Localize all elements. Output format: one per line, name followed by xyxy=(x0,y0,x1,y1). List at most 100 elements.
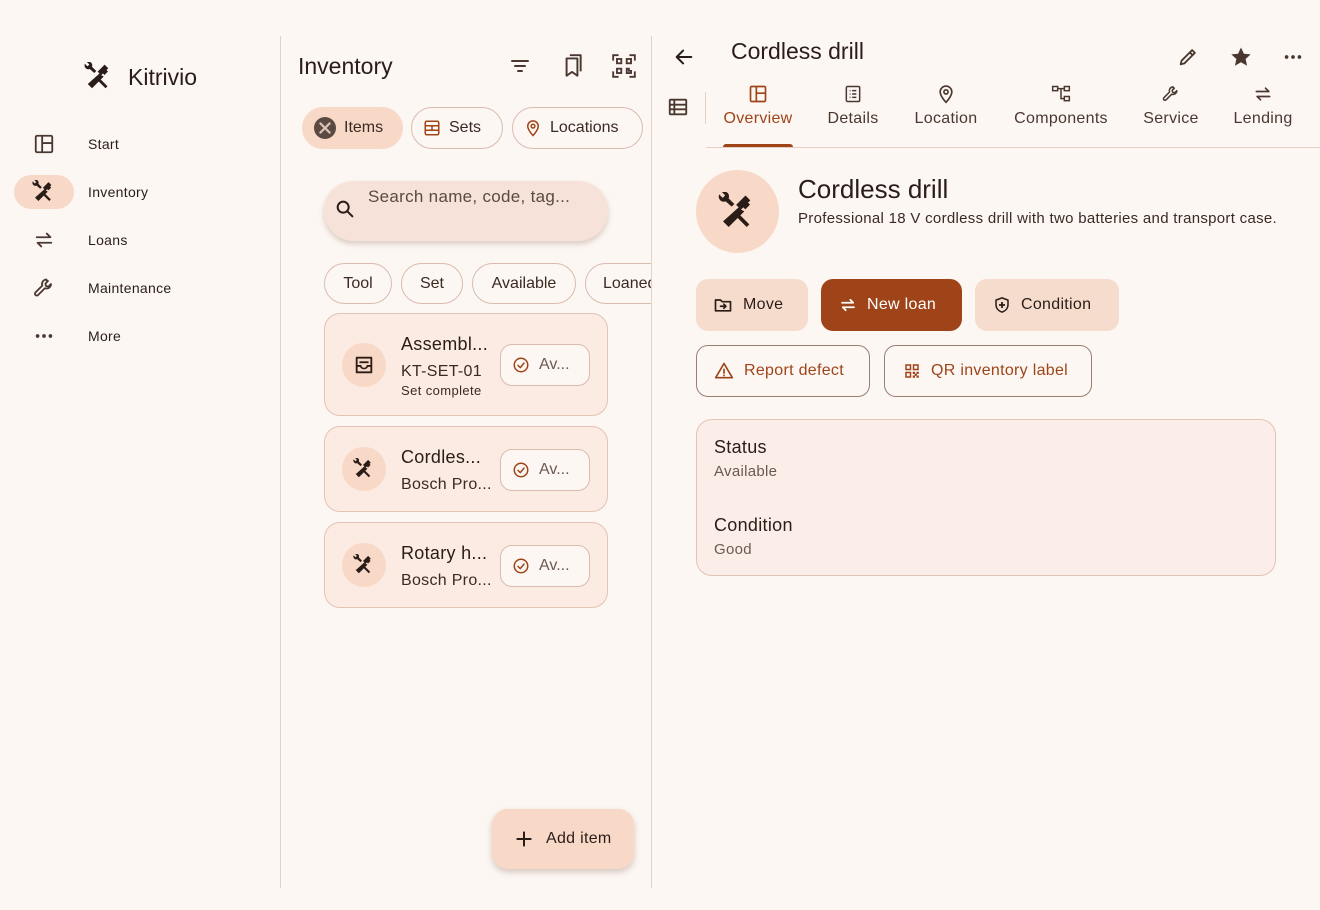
divider xyxy=(706,147,1320,148)
more-horizontal-icon xyxy=(14,319,74,353)
tab-components[interactable]: Components xyxy=(1009,82,1113,128)
pane-title: Inventory xyxy=(298,53,393,79)
nav-item-inventory[interactable]: Inventory xyxy=(14,168,264,216)
bookmarks-icon xyxy=(559,53,585,79)
detail-title: Cordless drill xyxy=(731,38,864,64)
saved-views-button[interactable] xyxy=(556,50,588,82)
list-item[interactable]: Assembl... KT-SET-01 Set complete Av... xyxy=(324,313,608,416)
filter-button[interactable] xyxy=(504,50,536,82)
condition-value: Good xyxy=(714,541,752,558)
nav-label: Start xyxy=(88,136,120,152)
item-subtitle: Bosch Pro... xyxy=(401,572,492,589)
more-horizontal-icon xyxy=(1282,46,1304,68)
button-label: New loan xyxy=(867,296,937,313)
tab-details[interactable]: Details xyxy=(817,82,889,128)
fab-label: Add item xyxy=(546,830,612,847)
button-label: Report defect xyxy=(744,362,844,379)
tools-icon xyxy=(342,543,386,587)
location-pin-icon xyxy=(524,119,542,137)
folder-move-icon xyxy=(713,295,733,315)
segment-items[interactable]: Items xyxy=(302,107,403,149)
new-loan-button[interactable]: New loan xyxy=(821,279,962,331)
divider xyxy=(651,36,652,888)
move-button[interactable]: Move xyxy=(696,279,808,331)
nav-list: Start Inventory Loans Maintenance More xyxy=(14,120,264,360)
shield-icon xyxy=(993,296,1011,314)
segment-sets[interactable]: Sets xyxy=(411,107,503,149)
edit-button[interactable] xyxy=(1173,42,1203,72)
status-badge[interactable]: Av... xyxy=(500,344,590,386)
search-input[interactable]: Search name, code, tag... xyxy=(368,187,570,207)
inventory-pane: Inventory Items Sets Locations Search na… xyxy=(281,0,651,910)
tab-label: Components xyxy=(1014,110,1108,127)
nav-item-maintenance[interactable]: Maintenance xyxy=(14,264,264,312)
arrow-left-icon xyxy=(673,46,695,68)
item-note: Set complete xyxy=(401,383,482,398)
filter-chip-loaned[interactable]: Loaned xyxy=(585,263,651,304)
qr-scan-icon xyxy=(611,53,637,79)
nav-label: More xyxy=(88,328,122,344)
item-description: Professional 18 V cordless drill with tw… xyxy=(798,210,1278,227)
back-button[interactable] xyxy=(669,42,699,72)
item-code: KT-SET-01 xyxy=(401,363,482,380)
qr-label-button[interactable]: QR inventory label xyxy=(884,345,1092,397)
status-badge[interactable]: Av... xyxy=(500,545,590,587)
button-label: Condition xyxy=(1021,296,1092,313)
warning-icon xyxy=(714,361,734,381)
segment-label: Items xyxy=(344,119,384,136)
star-icon xyxy=(1229,45,1253,69)
status-text: Av... xyxy=(539,557,570,574)
item-title: Rotary h... xyxy=(401,543,488,563)
condition-label: Condition xyxy=(714,515,793,535)
condition-button[interactable]: Condition xyxy=(975,279,1119,331)
item-name: Cordless drill xyxy=(798,174,949,204)
divider xyxy=(705,92,706,124)
status-value: Available xyxy=(714,463,778,480)
status-text: Av... xyxy=(539,356,570,373)
filter-chip-tool[interactable]: Tool xyxy=(324,263,392,304)
inventory-box-icon xyxy=(342,343,386,387)
inventory-box-icon xyxy=(423,119,441,137)
favorite-button[interactable] xyxy=(1226,42,1256,72)
nav-item-more[interactable]: More xyxy=(14,312,264,360)
tab-label: Location xyxy=(914,110,978,127)
list-item[interactable]: Cordles... Bosch Pro... Av... xyxy=(324,426,608,512)
tab-location[interactable]: Location xyxy=(909,82,983,128)
segment-label: Sets xyxy=(449,119,482,136)
item-avatar xyxy=(696,170,779,253)
swap-icon xyxy=(14,223,74,257)
segment-locations[interactable]: Locations xyxy=(512,107,643,149)
tab-service[interactable]: Service xyxy=(1137,82,1205,128)
item-title: Cordles... xyxy=(401,447,482,467)
brand: Kitrivio xyxy=(84,62,197,92)
qr-code-icon xyxy=(903,362,921,380)
qr-scan-button[interactable] xyxy=(608,50,640,82)
dashboard-icon xyxy=(719,82,797,106)
button-label: Move xyxy=(743,296,784,313)
item-subtitle: Bosch Pro... xyxy=(401,476,492,493)
filter-chip-available[interactable]: Available xyxy=(472,263,576,304)
tab-overview[interactable]: Overview xyxy=(719,82,797,128)
list-view-icon xyxy=(667,96,689,118)
filter-chip-set[interactable]: Set xyxy=(401,263,463,304)
filter-icon xyxy=(508,54,532,78)
tools-icon xyxy=(84,62,114,92)
nav-item-loans[interactable]: Loans xyxy=(14,216,264,264)
add-item-button[interactable]: Add item xyxy=(492,809,634,869)
tools-icon xyxy=(342,447,386,491)
list-toggle-button[interactable] xyxy=(667,96,689,118)
nav-label: Inventory xyxy=(88,184,149,200)
more-options-button[interactable] xyxy=(1278,42,1308,72)
swap-icon xyxy=(839,296,857,314)
status-badge[interactable]: Av... xyxy=(500,449,590,491)
list-item[interactable]: Rotary h... Bosch Pro... Av... xyxy=(324,522,608,608)
dashboard-icon xyxy=(14,127,74,161)
report-defect-button[interactable]: Report defect xyxy=(696,345,870,397)
tab-lending[interactable]: Lending xyxy=(1229,82,1297,128)
app-name: Kitrivio xyxy=(128,63,198,90)
pencil-icon xyxy=(1177,46,1199,68)
search-bar[interactable]: Search name, code, tag... xyxy=(324,181,608,241)
tab-label: Service xyxy=(1143,110,1199,127)
nav-item-start[interactable]: Start xyxy=(14,120,264,168)
tab-label: Details xyxy=(827,110,879,127)
